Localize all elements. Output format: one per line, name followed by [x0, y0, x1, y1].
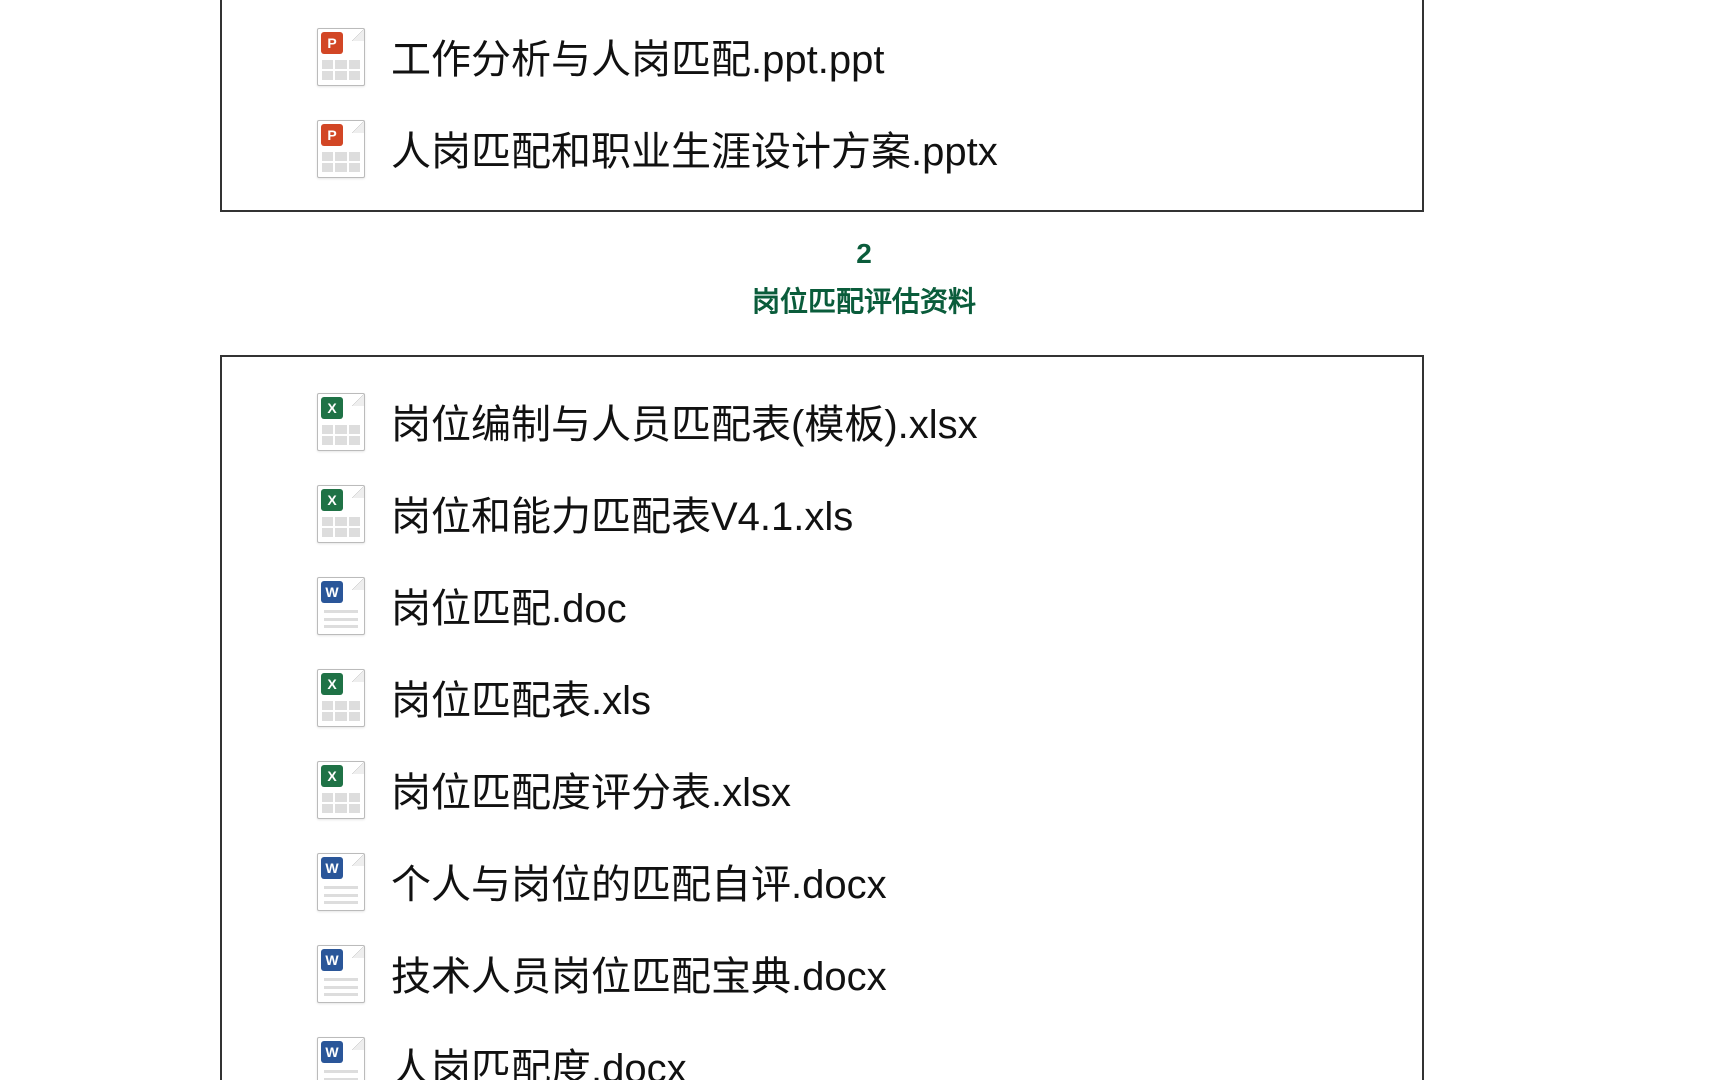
icon-badge: P — [321, 124, 343, 146]
doc-icon: W — [317, 577, 363, 633]
icon-grid — [322, 517, 360, 537]
file-name: 岗位编制与人员匹配表(模板).xlsx — [391, 392, 978, 450]
doc-icon: W — [317, 945, 363, 1001]
icon-lines — [324, 610, 358, 628]
file-item[interactable]: W 技术人员岗位匹配宝典.docx — [317, 927, 1422, 1019]
icon-badge: W — [321, 581, 343, 603]
file-name: 技术人员岗位匹配宝典.docx — [391, 944, 887, 1002]
xls-icon: X — [317, 485, 363, 541]
file-item[interactable]: W 岗位匹配.doc — [317, 559, 1422, 651]
icon-badge: X — [321, 765, 343, 787]
icon-grid — [322, 152, 360, 172]
ppt-icon: P — [317, 120, 363, 176]
file-item[interactable]: X 岗位匹配表.xls — [317, 651, 1422, 743]
file-item[interactable]: X 岗位匹配度评分表.xlsx — [317, 743, 1422, 835]
file-item[interactable]: X 岗位编制与人员匹配表(模板).xlsx — [317, 375, 1422, 467]
file-box-1: P 工作分析与人岗匹配.ppt.ppt P 人岗匹配和职业生涯设计方案.pptx — [220, 0, 1424, 212]
icon-grid — [322, 701, 360, 721]
file-name: 人岗匹配度.docx — [391, 1036, 687, 1080]
file-list-1: P 工作分析与人岗匹配.ppt.ppt P 人岗匹配和职业生涯设计方案.pptx — [222, 10, 1422, 194]
icon-badge: W — [321, 857, 343, 879]
file-list-2: X 岗位编制与人员匹配表(模板).xlsx X 岗位和能力匹配表V4.1.xls — [222, 357, 1422, 1080]
file-name: 岗位匹配度评分表.xlsx — [391, 760, 791, 818]
doc-icon: W — [317, 853, 363, 909]
icon-grid — [322, 60, 360, 80]
file-name: 岗位匹配表.xls — [391, 668, 651, 726]
file-name: 人岗匹配和职业生涯设计方案.pptx — [391, 119, 998, 177]
file-box-2: X 岗位编制与人员匹配表(模板).xlsx X 岗位和能力匹配表V4.1.xls — [220, 355, 1424, 1080]
icon-badge: W — [321, 1041, 343, 1063]
file-item[interactable]: W 个人与岗位的匹配自评.docx — [317, 835, 1422, 927]
file-name: 个人与岗位的匹配自评.docx — [391, 852, 887, 910]
xls-icon: X — [317, 393, 363, 449]
icon-lines — [324, 886, 358, 904]
icon-badge: W — [321, 949, 343, 971]
doc-icon: W — [317, 1037, 363, 1080]
section-title: 岗位匹配评估资料 — [0, 280, 1728, 320]
xls-icon: X — [317, 669, 363, 725]
file-name: 岗位匹配.doc — [391, 576, 627, 634]
icon-grid — [322, 425, 360, 445]
icon-badge: X — [321, 673, 343, 695]
icon-lines — [324, 1070, 358, 1080]
icon-badge: X — [321, 397, 343, 419]
file-name: 工作分析与人岗匹配.ppt.ppt — [391, 27, 884, 85]
icon-grid — [322, 793, 360, 813]
icon-badge: X — [321, 489, 343, 511]
ppt-icon: P — [317, 28, 363, 84]
icon-badge: P — [321, 32, 343, 54]
page-container: P 工作分析与人岗匹配.ppt.ppt P 人岗匹配和职业生涯设计方案.pptx… — [0, 0, 1728, 1080]
file-item[interactable]: P 工作分析与人岗匹配.ppt.ppt — [317, 10, 1422, 102]
file-item[interactable]: P 人岗匹配和职业生涯设计方案.pptx — [317, 102, 1422, 194]
xls-icon: X — [317, 761, 363, 817]
file-item[interactable]: W 人岗匹配度.docx — [317, 1019, 1422, 1080]
section-number: 2 — [0, 238, 1728, 270]
file-item[interactable]: X 岗位和能力匹配表V4.1.xls — [317, 467, 1422, 559]
file-name: 岗位和能力匹配表V4.1.xls — [391, 484, 853, 542]
icon-lines — [324, 978, 358, 996]
